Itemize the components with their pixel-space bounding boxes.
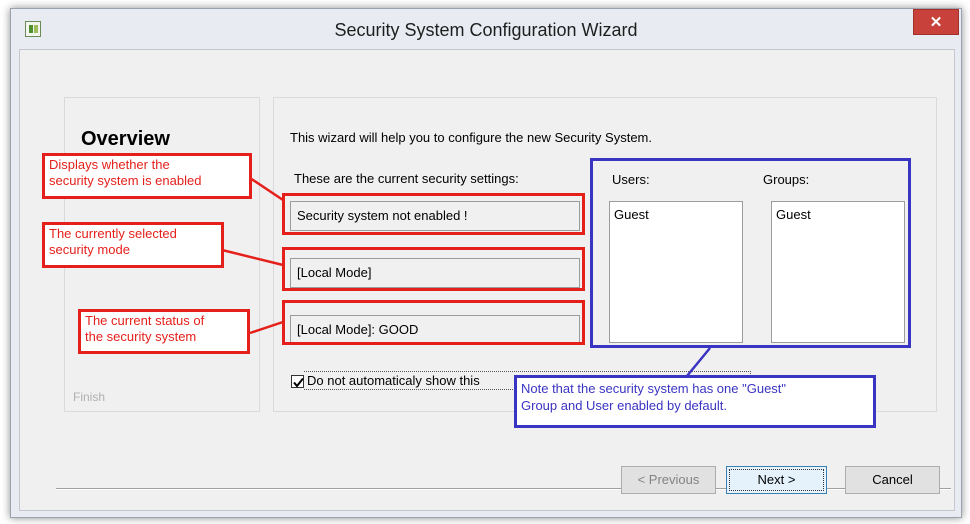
next-button[interactable]: Next > bbox=[726, 466, 827, 494]
status-callout: The current status of the security syste… bbox=[78, 309, 250, 354]
mode-field-highlight bbox=[282, 247, 585, 291]
next-button-focus bbox=[729, 469, 824, 491]
callout-line: The current status of bbox=[85, 313, 205, 328]
mode-callout: The currently selected security mode bbox=[42, 222, 224, 268]
intro-text: This wizard will help you to configure t… bbox=[290, 130, 652, 145]
window-title: Security System Configuration Wizard bbox=[334, 20, 638, 40]
callout-line: Group and User enabled by default. bbox=[521, 398, 727, 413]
callout-line: Note that the security system has one "G… bbox=[521, 381, 787, 396]
dont-show-checkbox[interactable] bbox=[291, 375, 304, 388]
step-finish: Finish bbox=[73, 390, 106, 404]
title-bar[interactable]: Security System Configuration Wizard ✕ bbox=[11, 9, 961, 49]
close-button[interactable]: ✕ bbox=[913, 9, 959, 35]
enabled-callout: Displays whether the security system is … bbox=[42, 153, 252, 199]
callout-line: the security system bbox=[85, 329, 197, 344]
previous-button[interactable]: < Previous bbox=[621, 466, 716, 494]
callout-line: security mode bbox=[49, 242, 130, 257]
guest-callout: Note that the security system has one "G… bbox=[514, 375, 876, 428]
users-groups-highlight bbox=[590, 158, 911, 348]
status-field-highlight bbox=[282, 300, 585, 345]
overview-title: Overview bbox=[81, 128, 170, 150]
enabled-field-highlight bbox=[282, 193, 585, 235]
callout-line: The currently selected bbox=[49, 226, 177, 241]
close-icon: ✕ bbox=[929, 14, 943, 31]
current-settings-label: These are the current security settings: bbox=[294, 171, 519, 186]
callout-line: Displays whether the bbox=[49, 157, 170, 172]
callout-line: security system is enabled bbox=[49, 173, 202, 188]
cancel-button[interactable]: Cancel bbox=[845, 466, 940, 494]
